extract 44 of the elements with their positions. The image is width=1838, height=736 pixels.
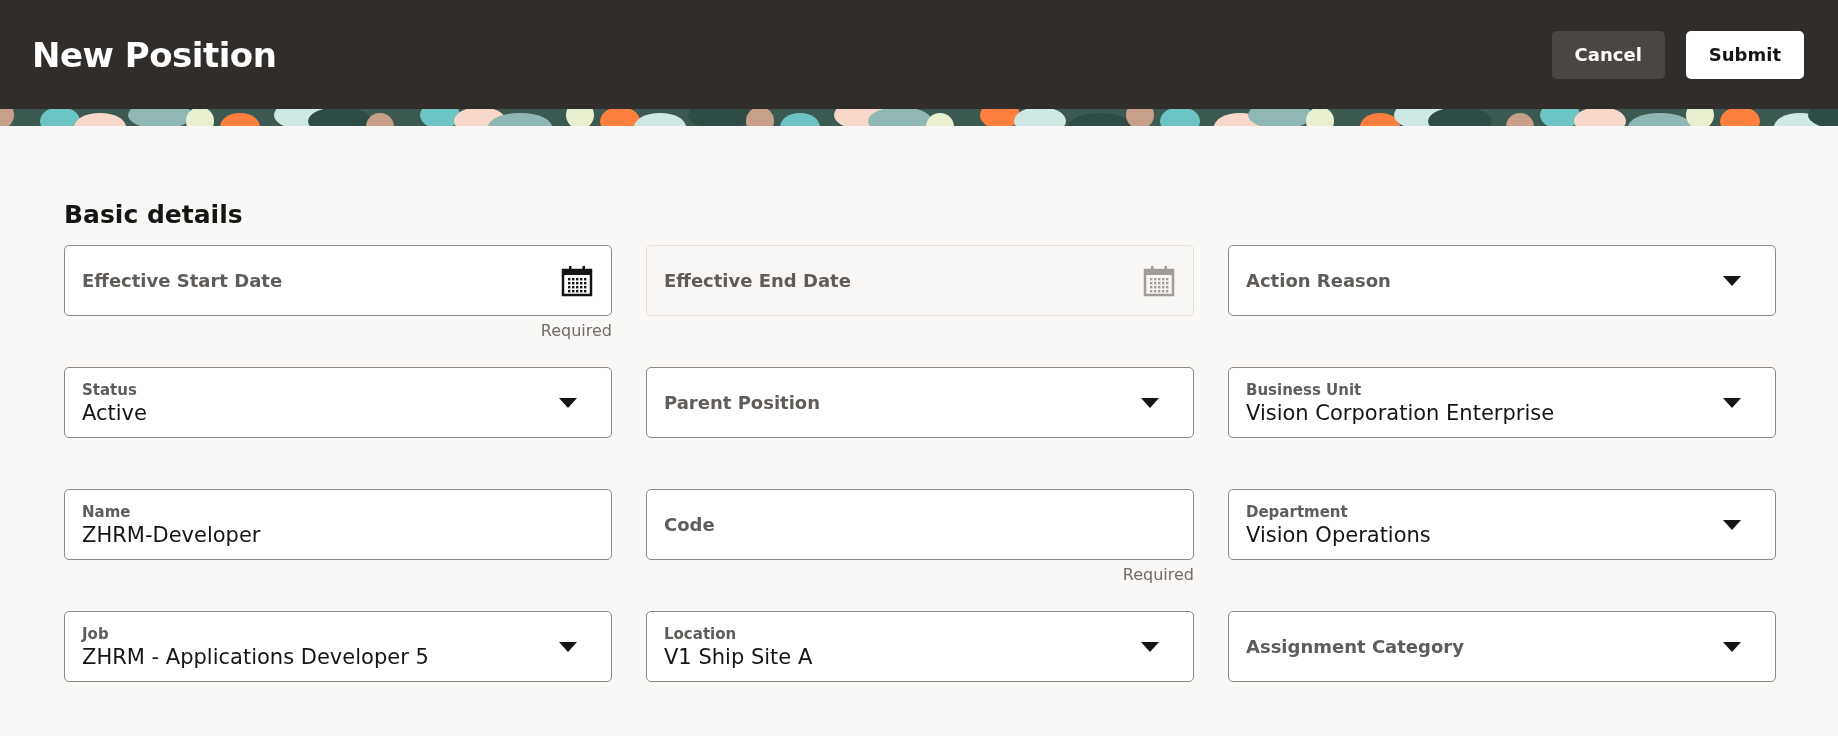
field-label: Status [82,380,138,399]
field-label: Location [664,624,738,643]
select-field[interactable]: Assignment Category [1228,611,1776,682]
date-field[interactable]: Effective Start Date [64,245,612,316]
select-field[interactable]: Parent Position [646,367,1194,438]
caret-icon[interactable] [1141,641,1159,652]
caret-icon[interactable] [1723,519,1741,530]
field-label: Effective End Date [664,270,852,291]
select-field[interactable]: Location V1 Ship Site A [646,611,1194,682]
select-field[interactable]: Department Vision Operations [1228,489,1776,560]
field-label: Department [1246,502,1349,521]
input-field[interactable]: Code [646,489,1194,560]
select-field[interactable]: Job ZHRM - Applications Developer 5 [64,611,612,682]
field-label: Assignment Category [1246,636,1465,657]
input-field[interactable]: Name ZHRM-Developer [64,489,612,560]
field-label: Code [664,514,716,535]
field-value: Vision Operations [1246,522,1432,547]
caret-icon[interactable] [559,641,577,652]
caret-icon[interactable] [1723,641,1741,652]
field-value: ZHRM - Applications Developer 5 [82,644,430,669]
helper-text: Required [1122,565,1194,584]
field-label: Name [82,502,132,521]
field-label: Parent Position [664,392,822,413]
field-value: Active [82,400,148,425]
caret-icon[interactable] [559,397,577,408]
field-value: Vision Corporation Enterprise [1246,400,1556,425]
select-field[interactable]: Action Reason [1228,245,1776,316]
caret-icon[interactable] [1723,397,1741,408]
caret-icon[interactable] [1723,275,1741,286]
field-label: Effective Start Date [82,270,284,291]
field-value: V1 Ship Site A [664,644,814,669]
cancel-button[interactable]: Cancel [1551,30,1665,79]
field-label: Action Reason [1246,270,1392,291]
helper-text: Required [540,321,612,340]
field-label: Business Unit [1246,380,1363,399]
calendar-icon[interactable] [561,264,593,297]
section-title: Basic details [64,200,244,229]
field-label: Job [82,624,110,643]
submit-button[interactable]: Submit [1685,30,1804,79]
page-title: New Position [32,34,277,75]
caret-icon[interactable] [1141,397,1159,408]
field-value: ZHRM-Developer [82,522,262,547]
select-field[interactable]: Business Unit Vision Corporation Enterprise [1228,367,1776,438]
select-field[interactable]: Status Active [64,367,612,438]
